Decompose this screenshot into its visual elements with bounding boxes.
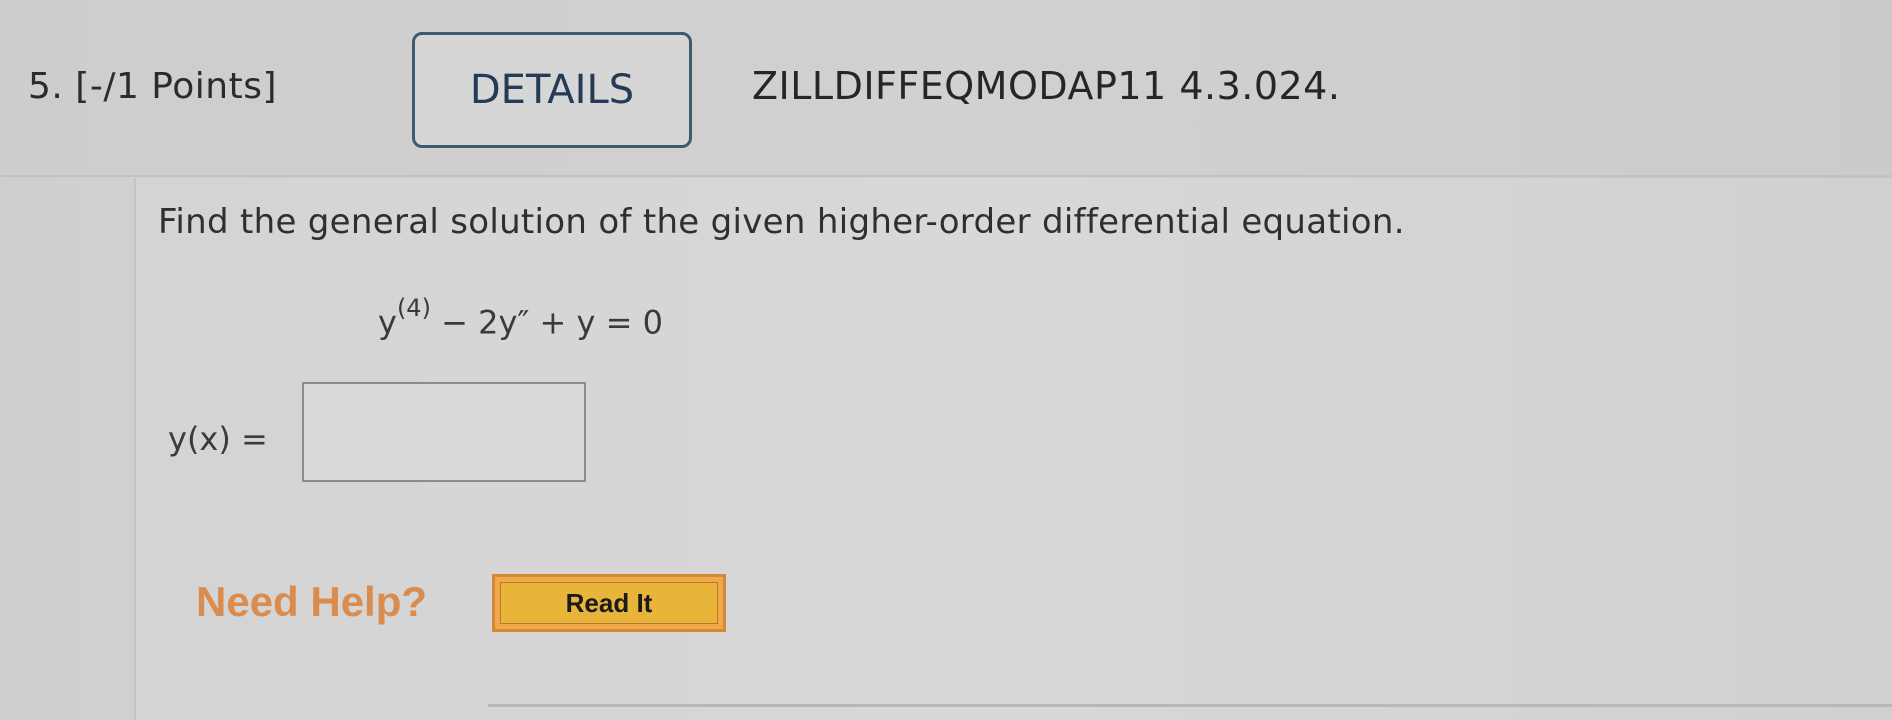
divider [488,704,1892,707]
read-it-label: Read It [565,587,653,618]
question-number-points: 5. [-/1 Points] [28,66,277,107]
problem-code: ZILLDIFFEQMODAP11 4.3.024. [752,64,1341,108]
answer-label: y(x) = [168,420,268,458]
read-it-button[interactable]: Read It [492,574,726,632]
differential-equation: y(4) − 2y″ + y = 0 [378,294,663,342]
details-button[interactable]: DETAILS [412,32,692,148]
problem-prompt: Find the general solution of the given h… [158,202,1405,242]
need-help-label: Need Help? [196,578,428,625]
equation-base: y [378,303,397,342]
answer-input[interactable] [302,382,586,482]
details-button-label: DETAILS [469,67,635,113]
equation-rest: − 2y″ + y = 0 [430,303,663,342]
equation-superscript: (4) [396,294,431,322]
